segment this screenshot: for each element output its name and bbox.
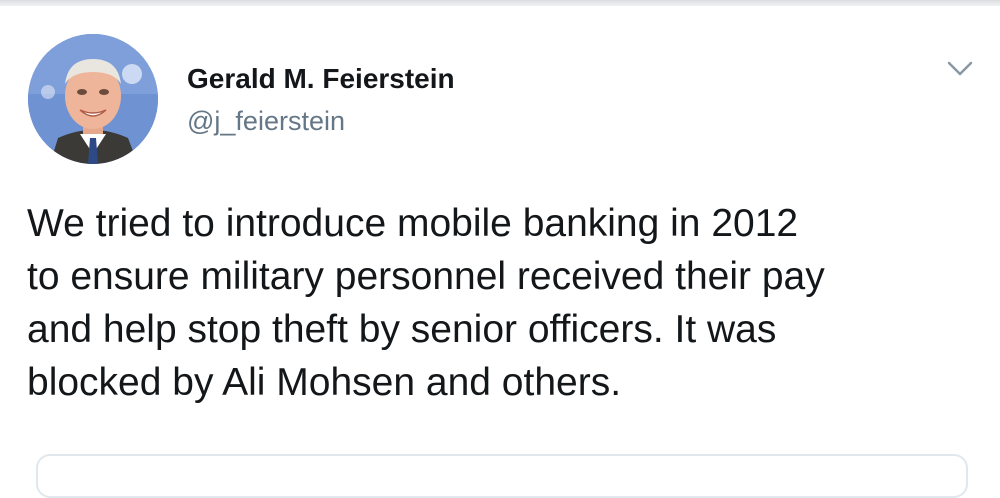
avatar[interactable]: [28, 34, 158, 164]
chevron-down-icon[interactable]: [944, 56, 976, 80]
tweet-text-line: We tried to introduce mobile banking in …: [27, 202, 799, 245]
tweet-text: We tried to introduce mobile banking in …: [27, 197, 977, 409]
tweet-text-line: and help stop theft by senior officers. …: [27, 308, 777, 351]
tweet-text-line: to ensure military personnel received th…: [27, 255, 825, 298]
embedded-card-edge[interactable]: [36, 454, 968, 498]
author-display-name[interactable]: Gerald M. Feierstein: [187, 63, 455, 95]
author-handle[interactable]: @j_feierstein: [187, 106, 345, 137]
tweet-card: Gerald M. Feierstein @j_feierstein We tr…: [0, 0, 1000, 498]
profile-photo: [28, 34, 158, 164]
tweet-text-line: blocked by Ali Mohsen and others.: [27, 361, 622, 404]
